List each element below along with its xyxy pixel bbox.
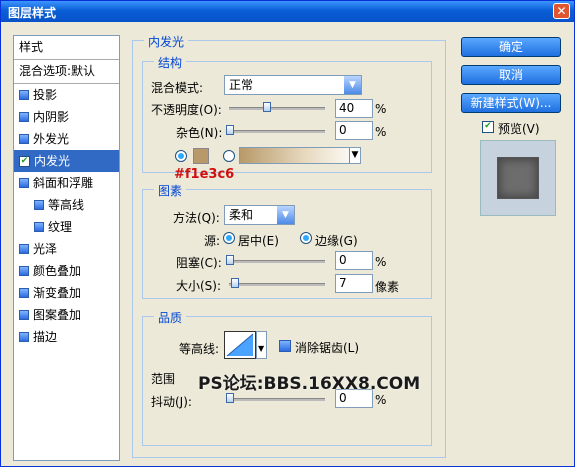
blend-mode-label: 混合模式: <box>151 81 204 95</box>
choke-input[interactable]: 0 <box>335 251 373 270</box>
cancel-button[interactable]: 取消 <box>461 65 561 85</box>
checkbox-icon[interactable] <box>19 134 29 144</box>
color-hex-annotation: #f1e3c6 <box>174 167 235 182</box>
preview-checkbox[interactable]: ✔ <box>482 121 494 133</box>
contour-curve-icon <box>226 333 254 357</box>
size-slider[interactable] <box>229 278 325 288</box>
close-button[interactable]: ✕ <box>553 3 570 19</box>
chevron-down-icon: ▼ <box>349 148 360 163</box>
gradient-picker[interactable]: ▼ <box>239 147 361 164</box>
layer-style-dialog: 图层样式 ✕ 样式 混合选项:默认 投影 内阴影 外发光 ✔ 内发光 斜面和浮雕 … <box>0 0 575 467</box>
slider-thumb[interactable] <box>226 125 234 135</box>
source-center-radio[interactable] <box>223 232 235 244</box>
chevron-down-icon: ▼ <box>277 206 294 224</box>
sidebar-item-inner-shadow[interactable]: 内阴影 <box>14 106 119 128</box>
opacity-slider[interactable] <box>229 102 325 112</box>
blending-options-item[interactable]: 混合选项:默认 <box>14 60 119 84</box>
watermark-text: PS论坛:BBS.16XX8.COM <box>198 374 421 394</box>
size-unit: 像素 <box>375 280 400 294</box>
noise-label: 杂色(N): <box>176 126 223 140</box>
chevron-down-icon: ▼ <box>258 344 265 353</box>
close-icon: ✕ <box>556 4 567 18</box>
sidebar-item-stroke[interactable]: 描边 <box>14 326 119 348</box>
checkbox-icon[interactable] <box>19 112 29 122</box>
antialias-label: 消除锯齿(L) <box>295 341 360 355</box>
sidebar-item-pattern-overlay[interactable]: 图案叠加 <box>14 304 119 326</box>
sidebar-item-inner-glow[interactable]: ✔ 内发光 <box>14 150 119 172</box>
technique-select[interactable]: 柔和 ▼ <box>224 205 295 225</box>
size-label: 大小(S): <box>176 279 222 293</box>
jitter-unit: % <box>375 393 387 407</box>
style-preview <box>480 140 556 216</box>
jitter-label: 抖动(J): <box>151 395 192 409</box>
choke-unit: % <box>375 255 387 269</box>
sidebar-item-satin[interactable]: 光泽 <box>14 238 119 260</box>
preview-thumbnail <box>497 157 539 199</box>
slider-thumb[interactable] <box>231 278 239 288</box>
noise-input[interactable]: 0 <box>335 121 373 140</box>
checkbox-icon[interactable] <box>19 178 29 188</box>
checkbox-icon[interactable] <box>19 266 29 276</box>
checkbox-icon[interactable] <box>19 288 29 298</box>
window-title: 图层样式 <box>8 6 57 20</box>
ok-button[interactable]: 确定 <box>461 37 561 57</box>
sidebar-item-gradient-overlay[interactable]: 渐变叠加 <box>14 282 119 304</box>
gradient-radio[interactable] <box>223 150 235 162</box>
checkbox-icon[interactable] <box>19 332 29 342</box>
source-center-label: 居中(E) <box>238 234 279 248</box>
section-title: 内发光 <box>144 33 189 50</box>
opacity-unit: % <box>375 102 387 116</box>
contour-dropdown[interactable]: ▼ <box>256 331 267 359</box>
style-list: 样式 混合选项:默认 投影 内阴影 外发光 ✔ 内发光 斜面和浮雕 等高线 纹理 … <box>13 35 120 461</box>
noise-unit: % <box>375 125 387 139</box>
source-edge-label: 边缘(G) <box>315 234 358 248</box>
styles-header[interactable]: 样式 <box>14 36 119 60</box>
range-label: 范围 <box>151 372 176 386</box>
size-input[interactable]: 7 <box>335 274 373 293</box>
slider-thumb[interactable] <box>226 255 234 265</box>
new-style-button[interactable]: 新建样式(W)... <box>461 93 561 113</box>
sidebar-item-drop-shadow[interactable]: 投影 <box>14 84 119 106</box>
solid-color-radio[interactable] <box>175 150 187 162</box>
structure-title: 结构 <box>154 54 187 71</box>
quality-title: 品质 <box>154 309 187 326</box>
contour-label: 等高线: <box>179 342 220 356</box>
checkbox-icon[interactable] <box>34 222 44 232</box>
elements-title: 图素 <box>154 182 187 199</box>
checkbox-icon[interactable] <box>19 90 29 100</box>
checkbox-icon[interactable] <box>19 310 29 320</box>
opacity-label: 不透明度(O): <box>151 103 222 117</box>
choke-slider[interactable] <box>226 255 325 265</box>
noise-slider[interactable] <box>226 125 325 135</box>
title-bar[interactable]: 图层样式 ✕ <box>1 1 574 22</box>
blend-mode-select[interactable]: 正常 ▼ <box>224 75 362 95</box>
sidebar-item-outer-glow[interactable]: 外发光 <box>14 128 119 150</box>
sidebar-item-color-overlay[interactable]: 颜色叠加 <box>14 260 119 282</box>
source-label: 源: <box>204 234 221 248</box>
method-label: 方法(Q): <box>173 211 220 225</box>
choke-label: 阻塞(C): <box>176 256 222 270</box>
source-edge-radio[interactable] <box>300 232 312 244</box>
checkbox-icon[interactable] <box>19 244 29 254</box>
checkbox-icon[interactable] <box>34 200 44 210</box>
antialias-checkbox[interactable] <box>279 340 291 352</box>
preview-label: 预览(V) <box>498 122 540 136</box>
sidebar-item-contour[interactable]: 等高线 <box>14 194 119 216</box>
slider-thumb[interactable] <box>226 393 234 403</box>
sidebar-item-texture[interactable]: 纹理 <box>14 216 119 238</box>
opacity-input[interactable]: 40 <box>335 99 373 118</box>
slider-thumb[interactable] <box>263 102 271 112</box>
glow-color-swatch[interactable] <box>193 148 209 164</box>
sidebar-item-bevel-emboss[interactable]: 斜面和浮雕 <box>14 172 119 194</box>
chevron-down-icon: ▼ <box>344 76 361 94</box>
contour-picker[interactable] <box>224 331 256 359</box>
jitter-slider[interactable] <box>226 393 325 403</box>
checked-icon[interactable]: ✔ <box>19 155 30 167</box>
